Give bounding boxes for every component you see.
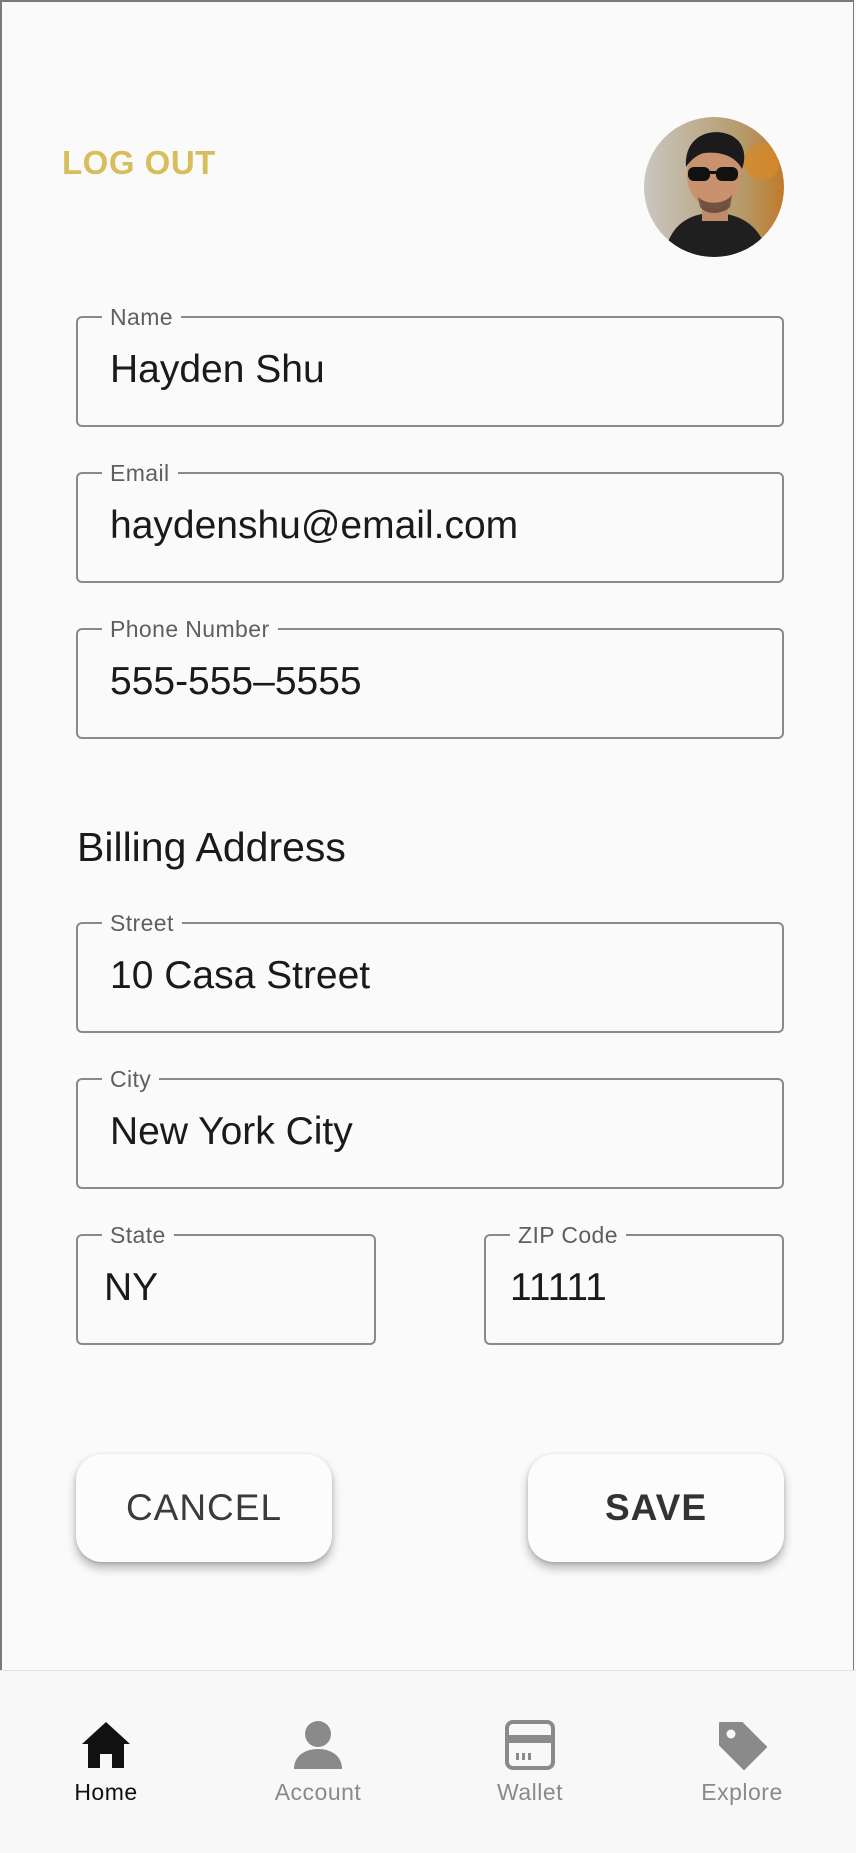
state-label: State xyxy=(102,1222,174,1248)
logout-button[interactable]: LOG OUT xyxy=(62,144,216,182)
email-field[interactable]: Email haydenshu@email.com xyxy=(76,460,784,583)
wallet-icon xyxy=(502,1717,558,1773)
name-label: Name xyxy=(102,304,181,330)
billing-address-heading: Billing Address xyxy=(77,824,346,870)
name-field[interactable]: Name Hayden Shu xyxy=(76,304,784,427)
tag-icon xyxy=(714,1717,770,1773)
street-label: Street xyxy=(102,910,182,936)
street-field[interactable]: Street 10 Casa Street xyxy=(76,910,784,1033)
cancel-button[interactable]: CANCEL xyxy=(76,1454,332,1562)
nav-label-account: Account xyxy=(274,1779,362,1805)
nav-label-home: Home xyxy=(74,1779,138,1805)
nav-item-wallet[interactable]: Wallet xyxy=(450,1717,610,1806)
email-value[interactable]: haydenshu@email.com xyxy=(110,502,518,550)
zip-code-value[interactable]: 11111 xyxy=(510,1264,607,1312)
zip-code-label: ZIP Code xyxy=(510,1222,626,1248)
screen-frame: LOG OUT Name Hayden Shu Email haydenshu@… xyxy=(0,0,854,1670)
city-field[interactable]: City New York City xyxy=(76,1066,784,1189)
phone-number-value[interactable]: 555-555–5555 xyxy=(110,658,362,706)
save-button[interactable]: SAVE xyxy=(528,1454,784,1562)
city-value[interactable]: New York City xyxy=(110,1108,353,1156)
phone-number-label: Phone Number xyxy=(102,616,278,642)
bottom-navigation: Home Account Wallet Explore xyxy=(0,1670,856,1853)
home-icon xyxy=(78,1717,134,1773)
account-icon xyxy=(290,1717,346,1773)
nav-label-explore: Explore xyxy=(701,1779,783,1805)
phone-number-field[interactable]: Phone Number 555-555–5555 xyxy=(76,616,784,739)
name-value[interactable]: Hayden Shu xyxy=(110,346,325,394)
nav-item-account[interactable]: Account xyxy=(238,1717,398,1806)
state-field[interactable]: State NY xyxy=(76,1222,376,1345)
zip-code-field[interactable]: ZIP Code 11111 xyxy=(484,1222,784,1345)
nav-item-explore[interactable]: Explore xyxy=(662,1717,822,1806)
nav-item-home[interactable]: Home xyxy=(26,1717,186,1806)
city-label: City xyxy=(102,1066,160,1092)
nav-label-wallet: Wallet xyxy=(496,1779,564,1805)
avatar-photo xyxy=(644,117,784,257)
email-label: Email xyxy=(102,460,178,486)
avatar[interactable] xyxy=(644,117,784,257)
street-value[interactable]: 10 Casa Street xyxy=(110,952,370,1000)
state-value[interactable]: NY xyxy=(104,1264,158,1312)
